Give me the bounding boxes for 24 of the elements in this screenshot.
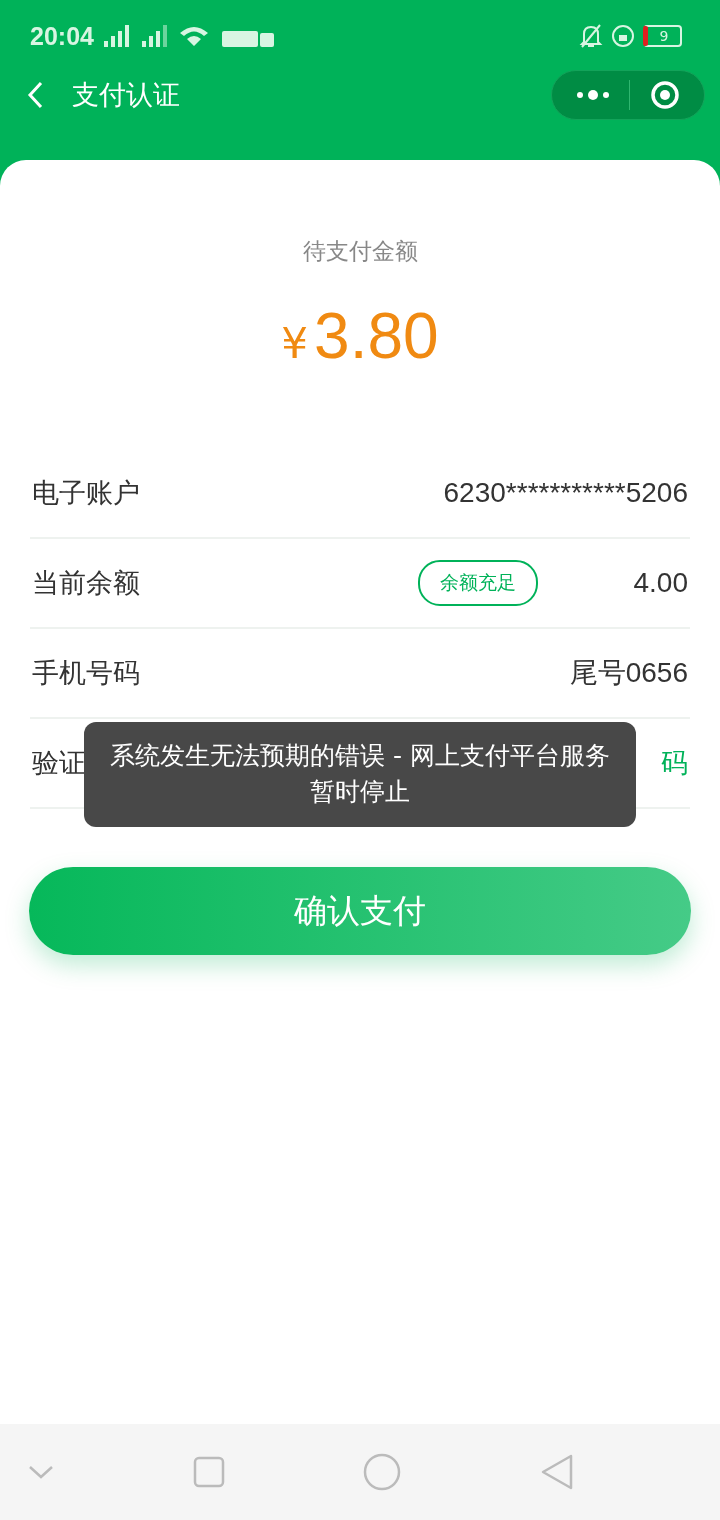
currency-symbol: ¥ <box>281 319 309 368</box>
confirm-button[interactable]: 确认支付 <box>29 867 691 955</box>
amount-label: 待支付金额 <box>302 237 418 266</box>
amount-value: 3.80 <box>314 299 439 373</box>
home-icon[interactable] <box>363 1453 402 1491</box>
back-triangle-icon[interactable] <box>539 1453 574 1491</box>
recents-icon[interactable] <box>192 1456 225 1488</box>
battery-indicator: 9 <box>643 25 682 47</box>
row-value: 4.00 <box>632 567 688 599</box>
row-value: 6230***********5206 <box>443 477 688 509</box>
page-title: 支付认证 <box>72 78 180 112</box>
more-icon[interactable] <box>575 89 610 101</box>
balance-tag: 余额充足 <box>418 560 538 606</box>
get-code-link[interactable]: 码 <box>661 745 688 781</box>
row-label: 电子账户 <box>32 476 140 510</box>
close-icon[interactable] <box>650 80 681 110</box>
row-value: 尾号0656 <box>568 656 688 690</box>
chevron-down-icon[interactable] <box>28 1464 54 1480</box>
row-label: 验证 <box>32 746 86 780</box>
row-label: 当前余额 <box>32 566 140 600</box>
row-label: 手机号码 <box>32 656 140 690</box>
error-toast: 系统发生无法预期的错误 - 网上支付平台服务暂时停止 <box>84 722 636 827</box>
bell-muted-icon <box>579 23 603 49</box>
status-time: 20:04 <box>30 21 94 51</box>
